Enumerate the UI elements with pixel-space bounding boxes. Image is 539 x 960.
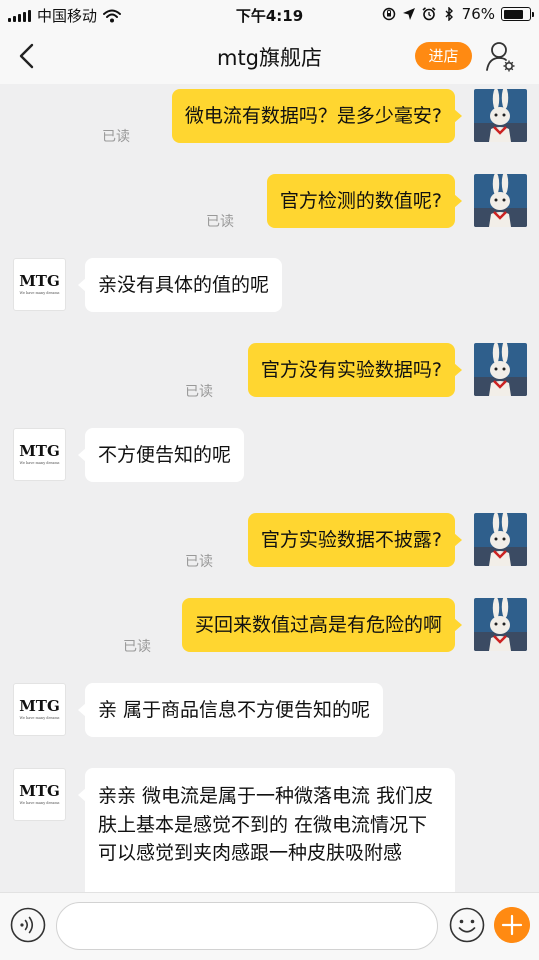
rabbit-avatar-icon <box>474 598 527 651</box>
rotation-lock-icon <box>382 7 395 21</box>
user-avatar[interactable] <box>474 513 527 566</box>
store-avatar[interactable]: MTG We have many dreams <box>13 258 66 311</box>
read-receipt: 已读 <box>206 214 234 230</box>
store-logo-tagline: We have many dreams <box>19 291 60 295</box>
read-receipt: 已读 <box>123 639 151 655</box>
status-bar: 中国移动 下午4:19 76% <box>0 0 539 28</box>
nav-bar: mtg旗舰店 进店 <box>0 28 539 84</box>
battery-percent: 76% <box>461 5 495 23</box>
rabbit-avatar-icon <box>474 513 527 566</box>
message-bubble-sent[interactable]: 买回来数值过高是有危险的啊 <box>181 598 463 652</box>
store-avatar[interactable]: MTG We have many dreams <box>13 683 66 736</box>
store-logo-text: MTG <box>19 442 60 460</box>
store-logo-tagline: We have many dreams <box>19 801 60 805</box>
message-input[interactable] <box>56 902 438 950</box>
store-logo-tagline: We have many dreams <box>19 716 60 720</box>
enter-store-button[interactable]: 进店 <box>415 42 472 70</box>
user-avatar[interactable] <box>474 598 527 651</box>
rabbit-avatar-icon <box>474 174 527 227</box>
message-bubble-sent[interactable]: 微电流有数据吗？是多少毫安? <box>171 89 463 143</box>
store-logo-tagline: We have many dreams <box>19 461 60 465</box>
message-bubble-received[interactable]: 不方便告知的呢 <box>77 428 245 482</box>
message-bubble-sent[interactable]: 官方实验数据不披露? <box>247 513 463 567</box>
message-composer <box>0 892 539 960</box>
plus-icon[interactable] <box>494 907 530 943</box>
message-bubble-received[interactable]: 亲没有具体的值的呢 <box>77 258 283 312</box>
rabbit-avatar-icon <box>474 343 527 396</box>
chat-message-list[interactable]: 已读 微电流有数据吗？是多少毫安? 已读 官方检测的数值呢? MTG We ha… <box>0 84 539 892</box>
read-receipt: 已读 <box>102 129 130 145</box>
battery-level <box>503 9 523 19</box>
message-bubble-sent[interactable]: 官方没有实验数据吗? <box>247 343 463 397</box>
bluetooth-icon <box>445 7 453 21</box>
location-icon <box>402 8 415 20</box>
message-bubble-received[interactable]: 亲亲 微电流是属于一种微落电流 我们皮肤上基本是感觉不到的 在微电流情况下可以感… <box>78 768 455 892</box>
emoji-icon[interactable] <box>449 907 485 943</box>
user-avatar[interactable] <box>474 89 527 142</box>
store-logo-text: MTG <box>19 697 60 715</box>
voice-icon[interactable] <box>10 907 46 943</box>
rabbit-avatar-icon <box>474 89 527 142</box>
message-bubble-sent[interactable]: 官方检测的数值呢? <box>266 174 463 228</box>
store-logo-text: MTG <box>19 782 60 800</box>
user-settings-icon[interactable] <box>485 39 517 73</box>
battery-icon <box>501 7 534 21</box>
alarm-icon <box>422 7 436 21</box>
read-receipt: 已读 <box>185 384 213 400</box>
message-bubble-received[interactable]: 亲 属于商品信息不方便告知的呢 <box>77 683 384 737</box>
store-avatar[interactable]: MTG We have many dreams <box>13 768 66 821</box>
store-avatar[interactable]: MTG We have many dreams <box>13 428 66 481</box>
store-logo-text: MTG <box>19 272 60 290</box>
user-avatar[interactable] <box>474 174 527 227</box>
read-receipt: 已读 <box>185 554 213 570</box>
user-avatar[interactable] <box>474 343 527 396</box>
